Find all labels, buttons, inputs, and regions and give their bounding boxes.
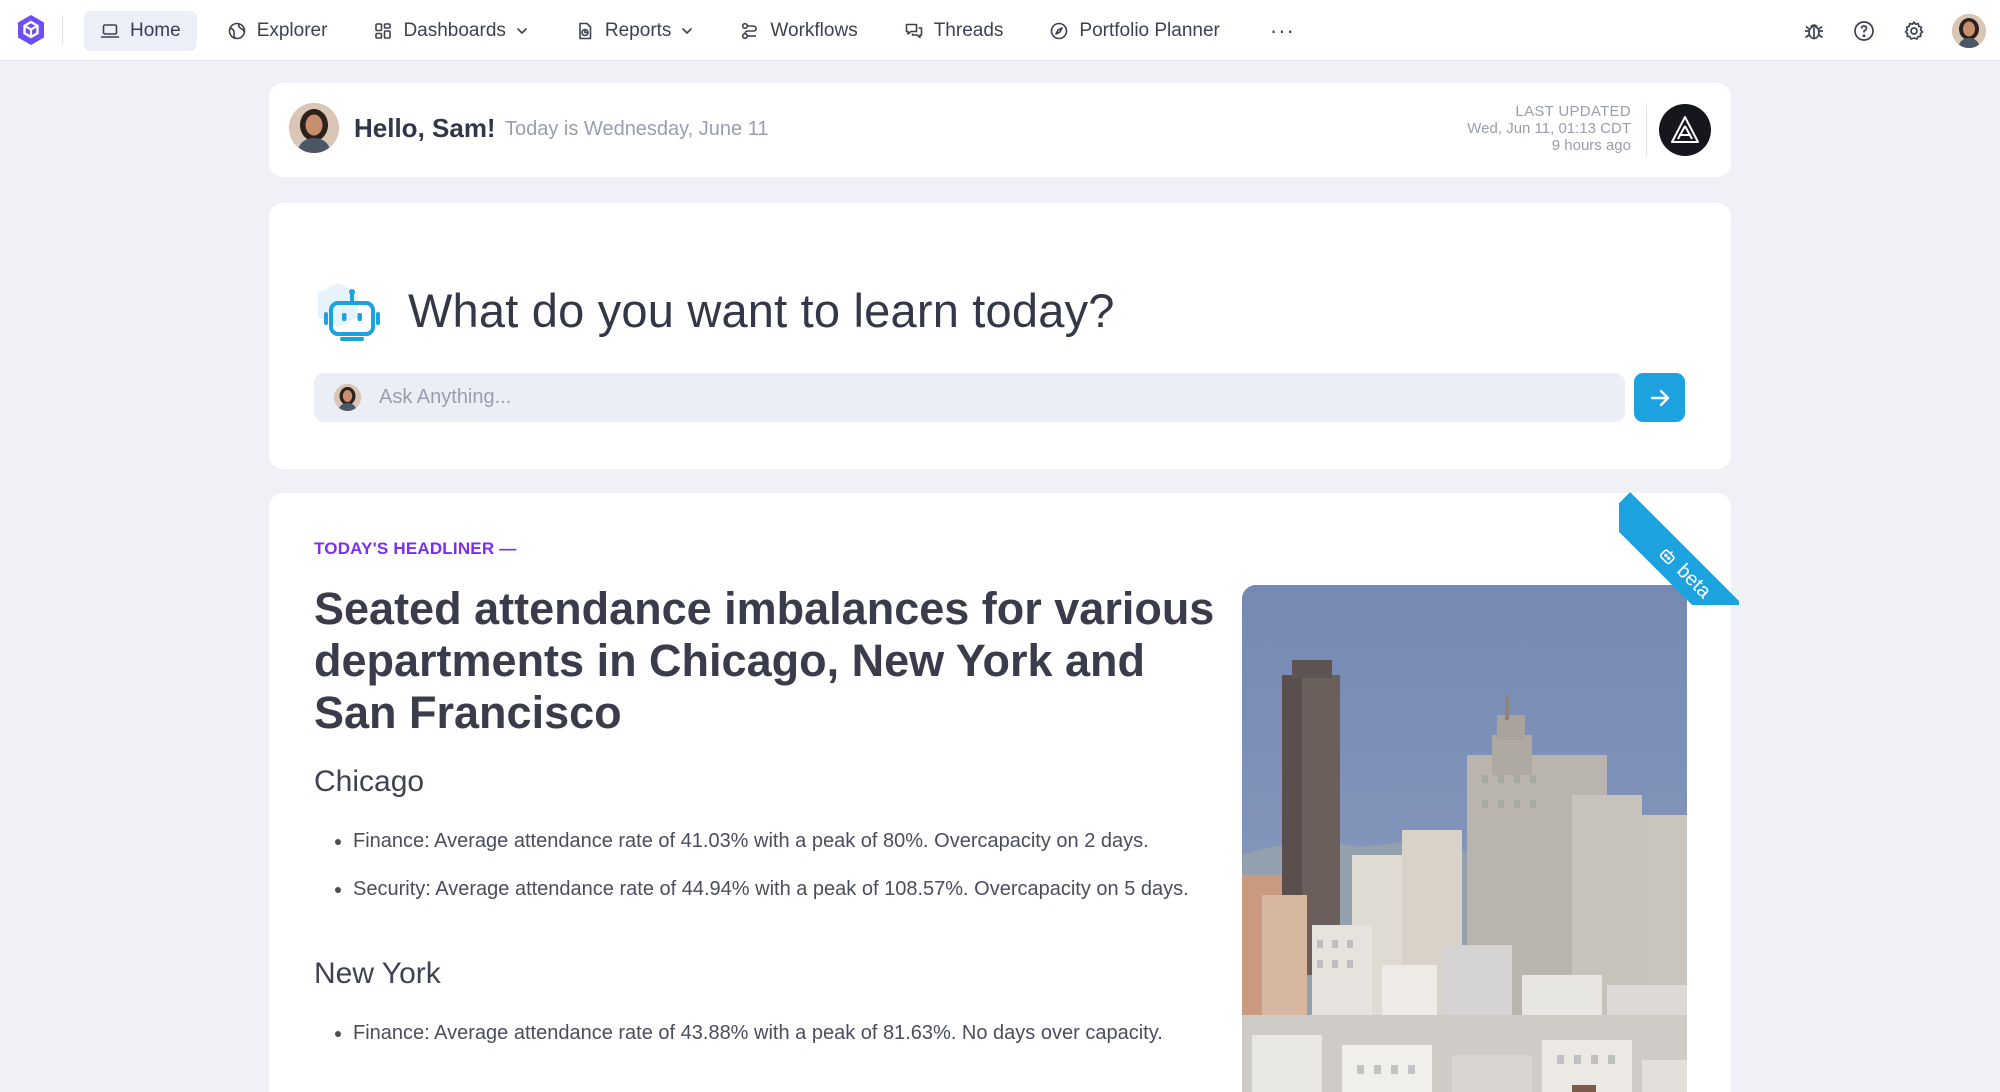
nav-item-label: Workflows (770, 20, 858, 41)
top-navigation-bar: Home Explorer Dashboards Reports Workflo… (0, 0, 2000, 61)
nav-item-dashboards[interactable]: Dashboards (357, 11, 544, 51)
ask-heading: What do you want to learn today? (408, 284, 1115, 337)
nav-item-explorer[interactable]: Explorer (211, 11, 344, 51)
headliner-card: TODAY'S HEADLINER — Seated attendance im… (269, 492, 1739, 1092)
last-updated-time: Wed, Jun 11, 01:13 CDT (1467, 120, 1631, 137)
beta-ribbon-band: beta (1619, 492, 1739, 605)
nav-divider (62, 15, 63, 45)
list-item: Finance: Average attendance rate of 41.0… (335, 827, 1223, 855)
nav-item-label: Portfolio Planner (1079, 20, 1220, 41)
workflow-icon (742, 22, 758, 40)
nav-item-label: Threads (933, 20, 1004, 41)
nav-item-label: Home (130, 20, 181, 41)
globe-icon (228, 22, 245, 40)
report-icon (579, 22, 592, 40)
user-portrait-image (289, 103, 339, 153)
list-item: Finance: Average attendance rate of 43.8… (335, 1019, 1223, 1047)
nav-item-label: Reports (604, 20, 672, 41)
greeting-text: Hello, Sam! (354, 113, 496, 143)
ask-card: What do you want to learn today? (269, 203, 1731, 469)
headliner-city-image (1242, 585, 1687, 1092)
chicago-bullet-list: Finance: Average attendance rate of 41.0… (335, 827, 1223, 923)
ask-input-container[interactable] (314, 373, 1625, 422)
more-menu-button[interactable]: ··· (1260, 11, 1305, 51)
nav-item-workflows[interactable]: Workflows (724, 11, 873, 51)
last-updated-label: LAST UPDATED (1515, 103, 1631, 120)
today-date: Today is Wednesday, June 11 (505, 118, 769, 140)
section-heading-new-york: New York (314, 957, 441, 990)
grid-icon (375, 23, 392, 39)
company-logo-badge[interactable] (1659, 104, 1711, 156)
laptop-icon (100, 24, 120, 38)
settings-icon[interactable] (1902, 19, 1926, 43)
help-icon[interactable] (1852, 19, 1876, 43)
robot-assistant-icon (318, 283, 380, 341)
nav-item-threads[interactable]: Threads (888, 11, 1020, 51)
compass-icon (1051, 22, 1068, 40)
beta-label: beta (1672, 559, 1716, 603)
section-heading-chicago: Chicago (314, 765, 425, 798)
nav-item-home[interactable]: Home (84, 11, 197, 51)
user-avatar[interactable] (1952, 14, 1986, 48)
divider (1646, 103, 1647, 157)
greeting-card: Hello, Sam! Today is Wednesday, June 11 … (269, 83, 1731, 177)
user-avatar (334, 384, 361, 411)
nav-item-label: Explorer (256, 20, 328, 41)
new-york-bullet-list: Finance: Average attendance rate of 43.8… (335, 1019, 1223, 1067)
nav-item-label: Dashboards (403, 20, 506, 41)
beta-ribbon: beta (1619, 485, 1739, 605)
chevron-down-icon (517, 28, 527, 34)
nav-item-reports[interactable]: Reports (559, 11, 711, 51)
list-item: Security: Average attendance rate of 44.… (335, 875, 1223, 903)
user-portrait-image (334, 384, 361, 411)
bug-icon[interactable] (1802, 19, 1826, 43)
arrow-right-icon (1650, 389, 1669, 406)
app-logo-icon[interactable] (14, 13, 48, 47)
nav-menu: Home Explorer Dashboards Reports Workflo… (84, 11, 1319, 51)
robot-icon (1659, 549, 1675, 564)
headliner-kicker: TODAY'S HEADLINER — (314, 539, 517, 558)
company-logo-icon (1671, 116, 1699, 143)
chat-icon (905, 23, 923, 39)
ask-input[interactable] (379, 386, 1579, 409)
chevron-down-icon (682, 28, 693, 34)
send-button[interactable] (1634, 373, 1685, 422)
nav-item-portfolio-planner[interactable]: Portfolio Planner (1033, 11, 1235, 51)
user-avatar (289, 103, 339, 153)
nav-right-tools (1802, 10, 2000, 52)
headliner-title: Seated attendance imbalances for various… (314, 583, 1215, 738)
city-skyline-illustration (1242, 585, 1687, 1092)
user-portrait-image (1952, 14, 1986, 48)
last-updated-info: LAST UPDATED Wed, Jun 11, 01:13 CDT 9 ho… (1467, 103, 1631, 154)
last-updated-ago: 9 hours ago (1551, 137, 1631, 154)
